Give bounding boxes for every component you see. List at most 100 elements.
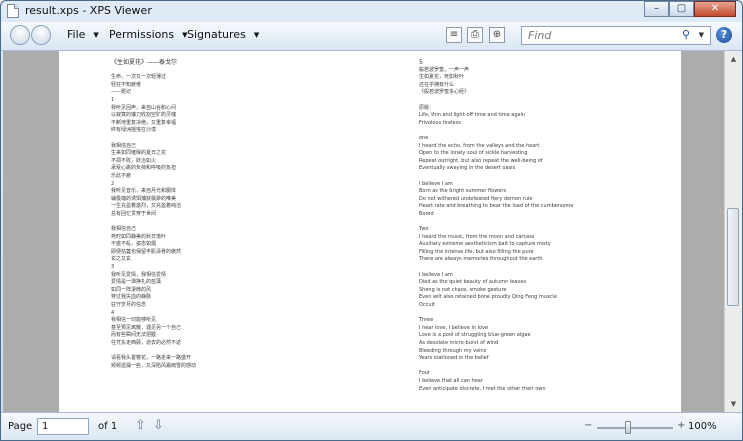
text-line: 不盛不乱，姿态如烟	[111, 241, 157, 248]
xps-viewer-window: result.xps - XPS Viewer – ▢ ✕ File ▼ Perm…	[0, 0, 743, 441]
text-line: 乐此不疲	[111, 172, 132, 179]
find-box[interactable]: Find ⚲ ▼	[521, 26, 711, 45]
text-line: Frivolous tireless	[419, 119, 461, 126]
help-icon[interactable]: ?	[716, 27, 732, 43]
text-line: 5	[419, 59, 423, 66]
document-page: 《生如夏花》——泰戈尔 生命，一次又一次轻薄过 轻狂不知疲倦 ——题记 1 我听见回声，…	[59, 51, 681, 412]
page-label: Page	[8, 421, 33, 432]
text-line: I believe I am	[419, 271, 453, 278]
zoom-out-icon[interactable]: −	[584, 420, 592, 431]
maximize-button[interactable]: ▢	[669, 1, 694, 17]
chevron-down-icon: ▼	[253, 31, 260, 39]
zoom-percent-label: 100%	[688, 421, 717, 432]
menu-permissions-label: Permissions	[109, 28, 175, 41]
title-bar: result.xps - XPS Viewer – ▢ ✕	[1, 1, 742, 21]
previous-page-icon[interactable]: ⇧	[135, 418, 146, 433]
text-line: I heard the music, from the moon and car…	[419, 233, 535, 240]
text-line: 1	[111, 96, 115, 103]
right-text-column: 5 般若波罗蜜，一声一声 生如夏花，死如秋叶 还在乎拥有什么 《般若波罗蜜多心经》 原版：…	[419, 59, 659, 393]
text-line: Open to the lonely soul of sickle harves…	[419, 150, 528, 157]
text-line: 任凭东走西顾，逝去的必然不返	[111, 339, 182, 346]
text-line: Filling the intense life, but also filli…	[419, 248, 534, 255]
text-line: As desolate micro-burst of wind	[419, 339, 499, 346]
text-line: Bored	[419, 210, 434, 217]
scroll-down-arrow-icon[interactable]: ▼	[726, 396, 741, 412]
text-line: Born as the bright summer flowers	[419, 188, 507, 195]
text-line: 请看我头置簪花，一路走来一路盛开	[111, 355, 192, 362]
close-button[interactable]: ✕	[694, 1, 736, 17]
text-line: Do not withered undefeated fiery demon r…	[419, 195, 533, 202]
text-line: 频频遗漏一些，又深陷风霜雨雪的感动	[111, 362, 197, 369]
text-line: 我相信自己	[111, 226, 137, 233]
text-line: Love is a pool of struggling blue-green …	[419, 332, 531, 339]
text-line: Four	[419, 370, 430, 377]
text-line: 生如夏花，死如秋叶	[419, 74, 465, 81]
text-line: 以寂寞的镰刀收割空旷的灵魂	[111, 112, 177, 119]
text-line: Life, thin and light-off time and time a…	[419, 112, 526, 119]
text-line: I believe that all can hear	[419, 377, 483, 384]
menu-signatures-label: Signatures	[187, 28, 246, 41]
text-line: 而有些瞬间无法把握	[111, 332, 157, 339]
text-line: 爱情是一潭挣扎的蓝藻	[111, 279, 162, 286]
print-icon[interactable]: ⎙	[467, 27, 483, 43]
document-icon	[7, 4, 19, 18]
text-line: Three	[419, 317, 434, 324]
text-line: 生来如同璀璨的夏日之花	[111, 150, 167, 157]
menu-file-label: File	[67, 28, 86, 41]
vertical-scrollbar[interactable]: ▲ ▼	[724, 51, 742, 412]
text-line	[419, 173, 659, 181]
minimize-button[interactable]: –	[644, 1, 669, 17]
zoom-slider-thumb[interactable]	[625, 421, 631, 434]
text-line: There are always memories throughout the…	[419, 256, 543, 263]
window-controls: – ▢ ✕	[644, 1, 736, 17]
next-page-icon[interactable]: ⇩	[153, 418, 164, 433]
text-line: I hear love, I believe in love	[419, 324, 489, 331]
text-line	[419, 264, 659, 272]
text-line: I heard the echo, from the valleys and t…	[419, 142, 540, 149]
scrollbar-thumb[interactable]	[727, 208, 739, 306]
text-line: 我相信一切能够听见	[111, 317, 157, 324]
text-line: ——题记	[111, 89, 132, 96]
menu-file[interactable]: File ▼	[67, 28, 99, 41]
scroll-up-arrow-icon[interactable]: ▲	[726, 51, 741, 67]
text-line: I believe I am	[419, 180, 453, 187]
text-line: one	[419, 134, 429, 141]
text-line: Eventually swaying in the desert oasis	[419, 165, 516, 172]
text-line: 3	[111, 264, 115, 271]
menu-permissions[interactable]: Permissions ▼	[109, 28, 187, 41]
forward-button[interactable]	[31, 25, 51, 45]
back-button[interactable]	[10, 25, 30, 45]
text-line	[419, 127, 659, 135]
text-line: Died as the quiet beauty of autumn leave…	[419, 279, 527, 286]
menu-signatures[interactable]: Signatures ▼	[187, 28, 259, 41]
text-line: 生命，一次又一次轻薄过	[111, 74, 167, 81]
text-line: 原版：	[419, 104, 435, 111]
text-line: Auxiliary extreme aestheticism bait to c…	[419, 241, 551, 248]
text-line	[419, 363, 659, 371]
page-number-input[interactable]: 1	[37, 418, 89, 435]
text-line	[419, 310, 659, 318]
text-line: 我相信自己	[111, 142, 137, 149]
outline-icon[interactable]: ≡	[446, 27, 462, 43]
text-line: 2	[111, 180, 115, 187]
text-line: Even wilt also retained bone proudly Qin…	[419, 294, 557, 301]
zoom-slider[interactable]	[597, 421, 673, 434]
zoom-icon[interactable]: ⊕	[489, 27, 505, 43]
text-line: 《般若波罗蜜多心经》	[419, 89, 470, 96]
find-input[interactable]: Find	[528, 29, 551, 42]
chevron-down-icon[interactable]: ▼	[699, 31, 704, 39]
text-line	[419, 218, 659, 226]
text-line: 终有绿洲摇曳在沙漠	[111, 127, 157, 134]
search-icon[interactable]: ⚲	[682, 28, 690, 41]
text-line: Occult	[419, 302, 435, 308]
text-line: Years stationed in the belief	[419, 355, 489, 362]
chevron-down-icon: ▼	[93, 31, 99, 39]
text-line	[111, 135, 311, 143]
left-text-column: 《生如夏花》——泰戈尔 生命，一次又一次轻薄过 轻狂不知疲倦 ——题记 1 我听见回声，…	[111, 59, 311, 370]
document-viewport[interactable]: 《生如夏花》——泰戈尔 生命，一次又一次轻薄过 轻狂不知疲倦 ——题记 1 我听见回声，…	[3, 51, 724, 412]
text-line: 我听见音乐，来自月光和胴体	[111, 188, 177, 195]
window-title: result.xps - XPS Viewer	[25, 4, 152, 17]
zoom-in-icon[interactable]: +	[677, 420, 685, 431]
text-line: Heart rate and breathing to bear the loa…	[419, 203, 574, 210]
toolbar: File ▼ Permissions ▼ Signatures ▼ ≡ ⎙ ⊕ Fin…	[1, 22, 742, 51]
